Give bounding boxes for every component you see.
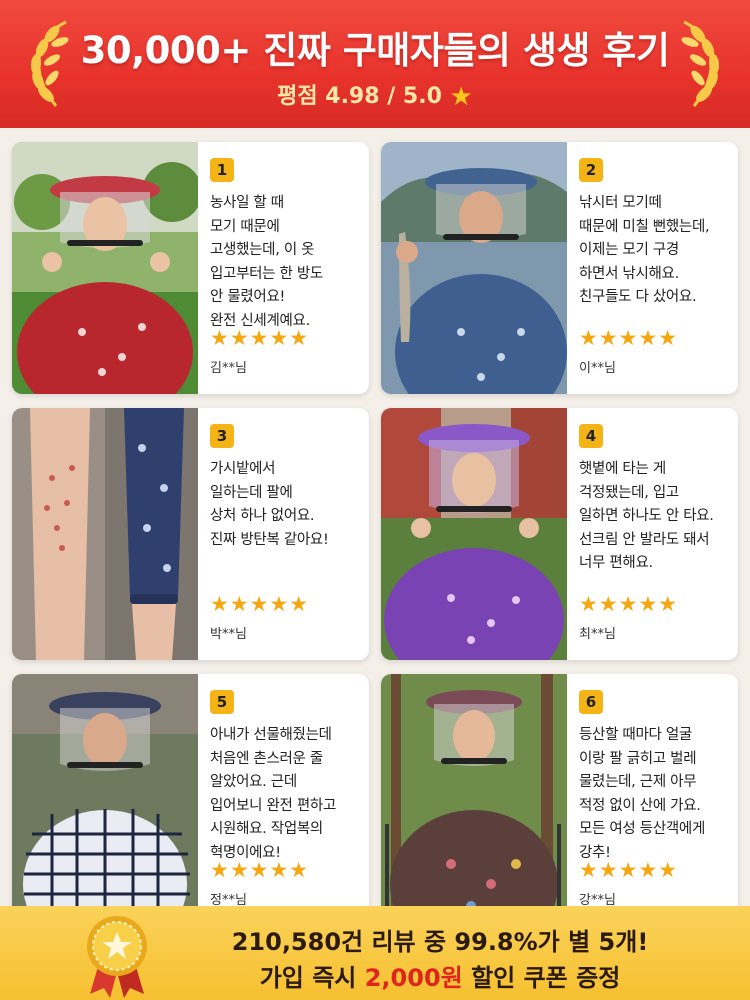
star-rating-icon: ★★★★★ [579,592,679,616]
review-number-badge: 3 [210,424,234,448]
review-photo-4 [381,408,567,660]
reviewer-name: 최**님 [579,627,616,642]
review-text: 가시밭에서 일하는데 팔에 상처 하나 없어요. 진짜 방탄복 같아요! [210,461,329,548]
header-title: 30,000+ 진짜 구매자들의 생생 후기 [80,29,670,72]
reviewer-name: 김**님 [210,361,247,376]
review-number-badge: 6 [579,690,603,714]
review-number-badge: 5 [210,690,234,714]
star-rating-icon: ★★★★★ [210,592,310,616]
review-photo-1 [12,142,198,394]
review-content-6: 6 등산할 때마다 얼굴 이랑 팔 긁히고 벌레 물렸는데, 근제 아무 적정 … [579,690,730,916]
rating-text: 평점 4.98 / 5.0 [277,84,442,109]
reviewer-name: 박**님 [210,627,247,642]
review-content-4: 4 햇볕에 타는 게 걱정됐는데, 입고 일하면 하나도 안 타요. 선크림 안… [579,424,730,650]
review-number-badge: 1 [210,158,234,182]
medal-icon [87,916,147,998]
star-rating-icon: ★★★★★ [579,858,679,882]
footer-coupon-text: 가입 즉시 2,000원 할인 쿠폰 증정 [150,958,730,993]
review-card-2[interactable]: 2 낚시터 모기떼 때문에 미칠 뻔했는데, 이제는 모기 구경 하면서 낚시해… [381,142,738,394]
star-icon: ★ [449,82,473,112]
review-content-5: 5 아내가 선물해줬는데 처음엔 촌스러운 줄 알았어요. 근데 입어보니 완전… [210,690,361,916]
laurel-right-icon [681,20,720,107]
header-banner: 30,000+ 진짜 구매자들의 생생 후기 평점 4.98 / 5.0 ★ [0,0,750,128]
coupon-text-before: 가입 즉시 [259,964,365,992]
review-photo-2 [381,142,567,394]
star-rating-icon: ★★★★★ [210,858,310,882]
review-card-5[interactable]: 5 아내가 선물해줬는데 처음엔 촌스러운 줄 알았어요. 근데 입어보니 완전… [12,674,369,926]
review-photo-5 [12,674,198,926]
review-card-1[interactable]: 1 농사일 할 때 모기 때문에 고생했는데, 이 옷 입고부터는 한 방도 안… [12,142,369,394]
review-content-1: 1 농사일 할 때 모기 때문에 고생했는데, 이 옷 입고부터는 한 방도 안… [210,158,361,384]
review-photo-6 [381,674,567,926]
footer-banner[interactable]: 210,580건 리뷰 중 99.8%가 별 5개! 가입 즉시 2,000원 … [0,906,750,1000]
coupon-text-after: 할인 쿠폰 증정 [462,964,621,992]
review-photo-3 [12,408,198,660]
star-rating-icon: ★★★★★ [210,326,310,350]
review-card-4[interactable]: 4 햇볕에 타는 게 걱정됐는데, 입고 일하면 하나도 안 타요. 선크림 안… [381,408,738,660]
review-card-6[interactable]: 6 등산할 때마다 얼굴 이랑 팔 긁히고 벌레 물렸는데, 근제 아무 적정 … [381,674,738,926]
star-rating-icon: ★★★★★ [579,326,679,350]
review-text: 등산할 때마다 얼굴 이랑 팔 긁히고 벌레 물렸는데, 근제 아무 적정 없이… [579,727,705,861]
review-text: 낚시터 모기떼 때문에 미칠 뻔했는데, 이제는 모기 구경 하면서 낚시해요.… [579,195,710,305]
review-number-badge: 4 [579,424,603,448]
coupon-amount: 2,000원 [364,964,463,992]
header-rating: 평점 4.98 / 5.0 ★ [0,78,750,112]
review-text: 햇볕에 타는 게 걱정됐는데, 입고 일하면 하나도 안 타요. 선크림 안 발… [579,461,714,571]
review-card-3[interactable]: 3 가시밭에서 일하는데 팔에 상처 하나 없어요. 진짜 방탄복 같아요! ★… [12,408,369,660]
review-number-badge: 2 [579,158,603,182]
review-text: 농사일 할 때 모기 때문에 고생했는데, 이 옷 입고부터는 한 방도 안 물… [210,195,323,329]
footer-review-stat: 210,580건 리뷰 중 99.8%가 별 5개! [231,928,649,956]
review-text: 아내가 선물해줬는데 처음엔 촌스러운 줄 알았어요. 근데 입어보니 완전 편… [210,727,336,861]
reviewer-name: 이**님 [579,361,616,376]
review-grid: 1 농사일 할 때 모기 때문에 고생했는데, 이 옷 입고부터는 한 방도 안… [12,142,738,926]
review-content-3: 3 가시밭에서 일하는데 팔에 상처 하나 없어요. 진짜 방탄복 같아요! ★… [210,424,361,650]
review-content-2: 2 낚시터 모기떼 때문에 미칠 뻔했는데, 이제는 모기 구경 하면서 낚시해… [579,158,730,384]
